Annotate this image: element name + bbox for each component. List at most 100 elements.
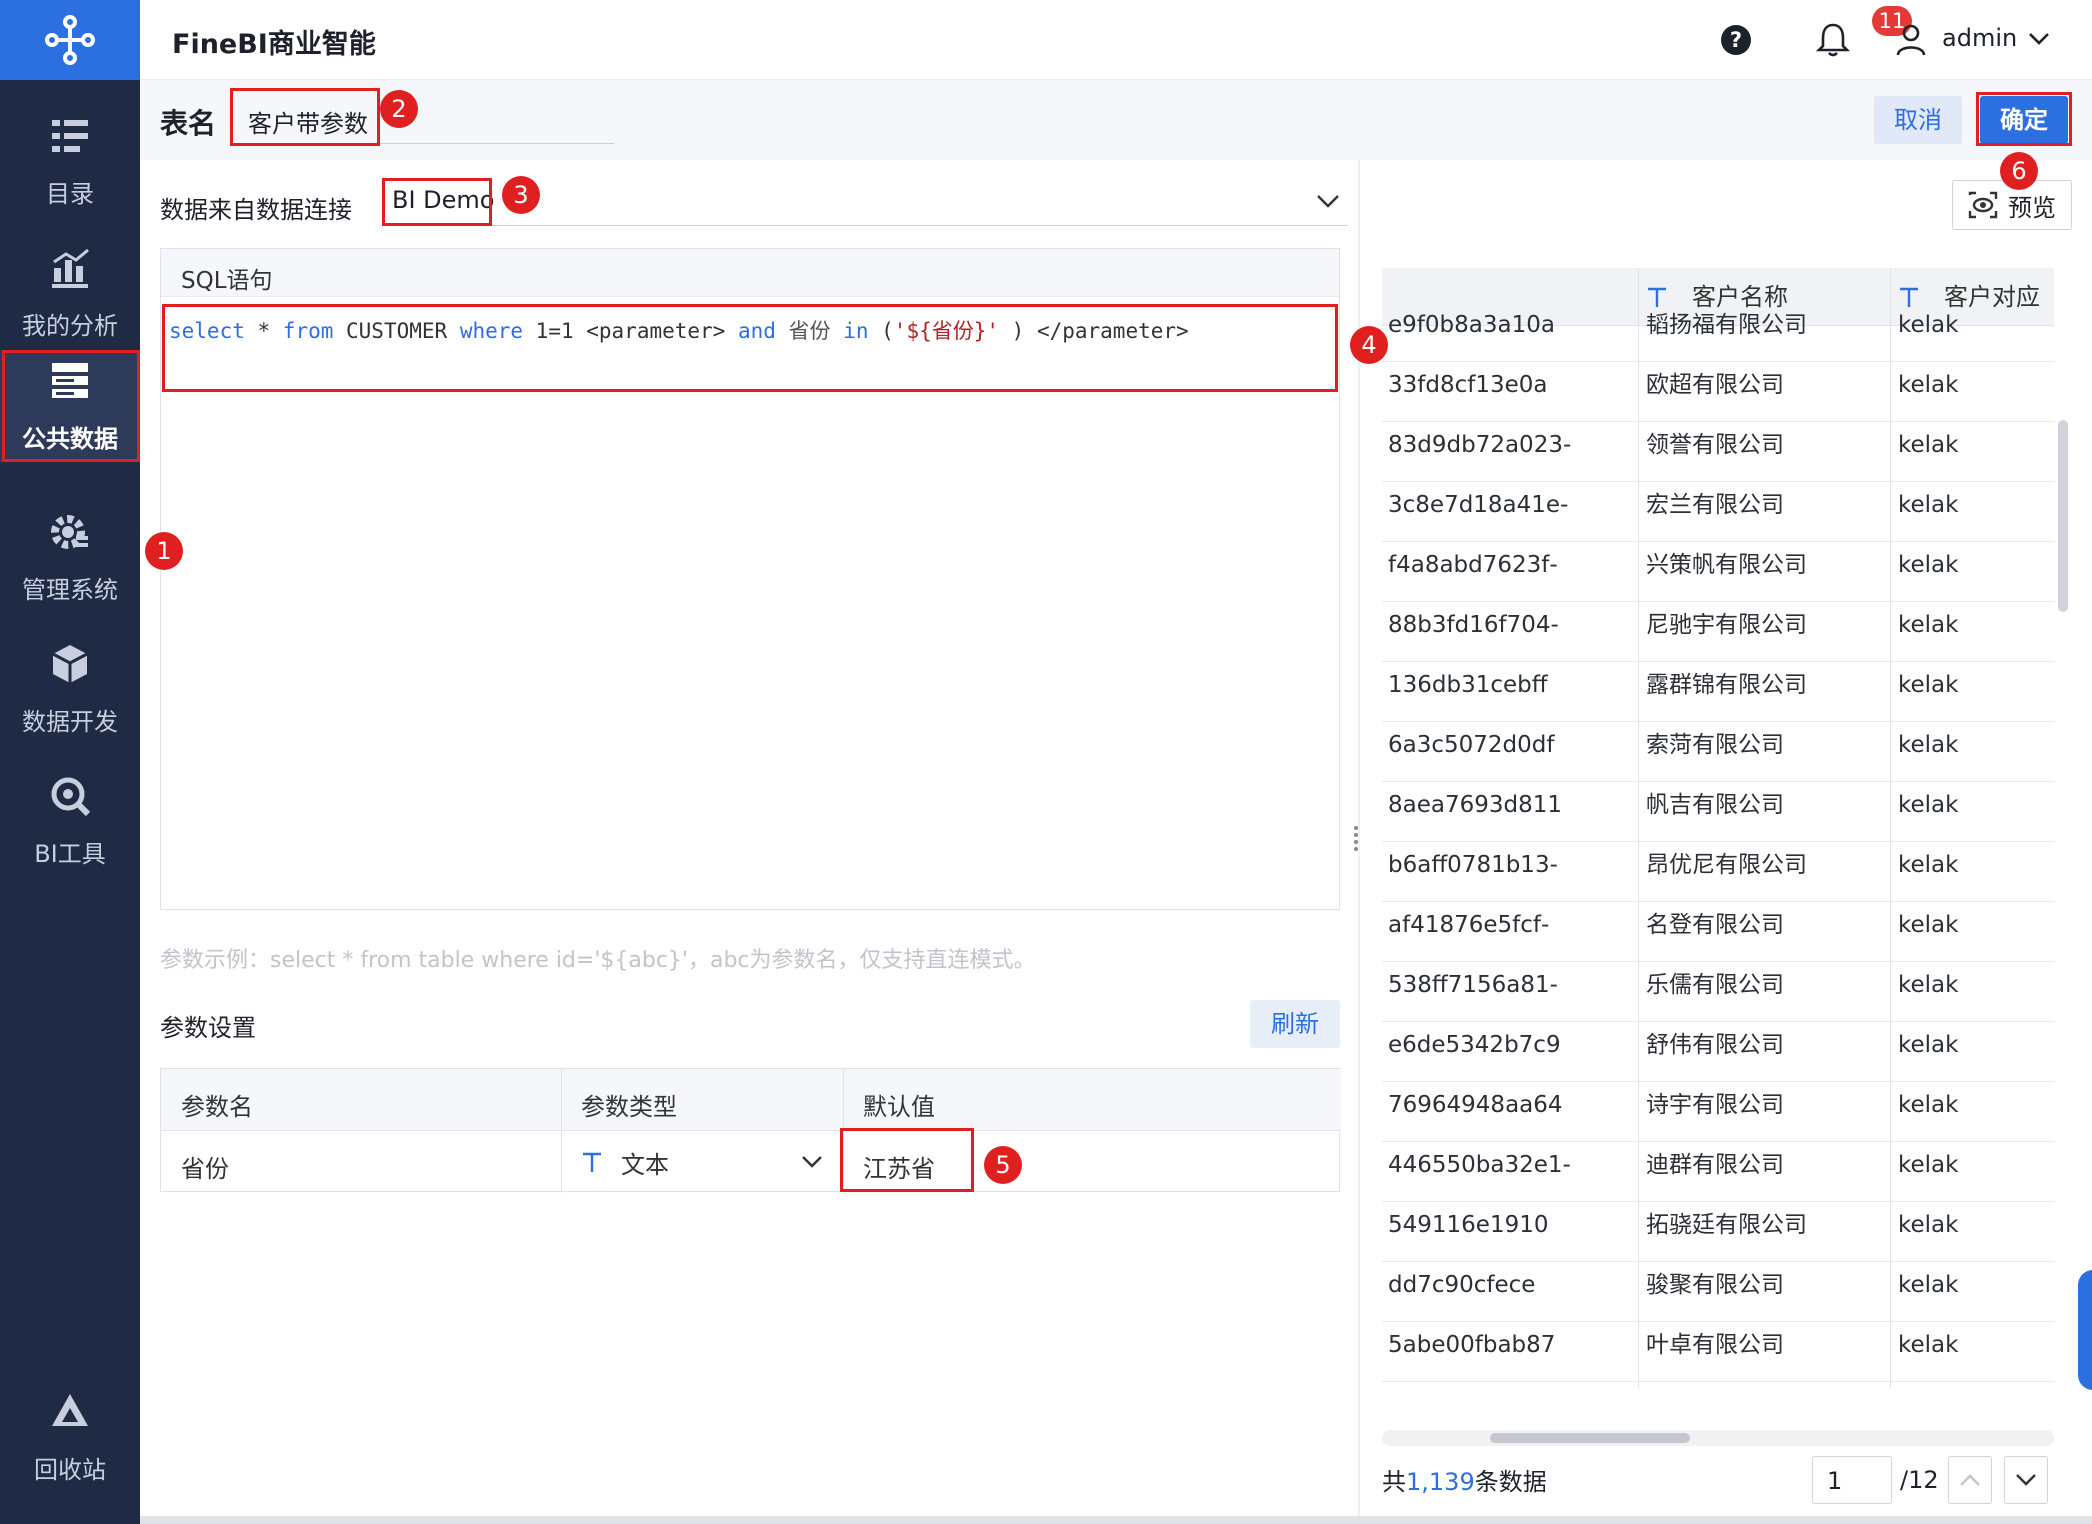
help-icon[interactable]: ? bbox=[1720, 24, 1752, 56]
param-type-value: 文本 bbox=[621, 1150, 669, 1179]
side-toggle-button[interactable] bbox=[2078, 1270, 2092, 1390]
sql-token: '${省份}' bbox=[893, 319, 1000, 343]
table-row: e9f0b8a3a10a 韬扬福有限公司 kelak bbox=[1382, 302, 2054, 362]
text-type-icon bbox=[583, 1152, 601, 1172]
table-cell: kelak bbox=[1898, 972, 1959, 998]
table-cell: kelak bbox=[1898, 432, 1959, 458]
sidebar-item-public-data[interactable]: 公共数据 bbox=[0, 350, 140, 462]
chevron-down-icon[interactable] bbox=[1316, 194, 1340, 208]
sql-token: 省份 bbox=[775, 319, 844, 343]
table-cell: kelak bbox=[1898, 612, 1959, 638]
sql-token: 1=1 <parameter> bbox=[523, 319, 738, 343]
chevron-down-icon[interactable] bbox=[2028, 32, 2050, 46]
chevron-up-icon bbox=[1960, 1474, 1980, 1486]
cancel-button[interactable]: 取消 bbox=[1874, 96, 1962, 144]
sidebar-item-catalog[interactable]: 目录 bbox=[0, 86, 140, 236]
sql-token: where bbox=[459, 319, 524, 343]
table-cell: kelak bbox=[1898, 732, 1959, 758]
annotation-number: 1 bbox=[145, 532, 183, 570]
table-cell: kelak bbox=[1898, 1272, 1959, 1298]
table-cell: 5abe00fbab87 bbox=[1388, 1332, 1556, 1358]
table-row: -af41876e5fcf 名登有限公司 kelak bbox=[1382, 902, 2054, 962]
sql-token: CUSTOMER bbox=[333, 319, 460, 343]
table-cell: 33fd8cf13e0a bbox=[1388, 372, 1548, 398]
table-cell: 领誉有限公司 bbox=[1646, 432, 1784, 458]
table-cell: -b6aff0781b13 bbox=[1388, 852, 1558, 878]
sidebar-item-recycle-bin[interactable]: 回收站 bbox=[0, 1362, 140, 1512]
table-cell: 136db31cebff bbox=[1388, 672, 1548, 698]
table-cell: kelak bbox=[1898, 852, 1959, 878]
table-row: 92bcbb5780ec 亚凤儒有限公司 kelak bbox=[1382, 1382, 2054, 1388]
sidebar-item-my-analysis[interactable]: 我的分析 bbox=[0, 218, 140, 368]
table-cell: 露群锦有限公司 bbox=[1646, 672, 1807, 698]
confirm-button[interactable]: 确定 bbox=[1980, 96, 2068, 144]
table-name-input[interactable]: 客户带参数 bbox=[234, 88, 614, 144]
table-cell: -f4a8abd7623f bbox=[1388, 552, 1558, 578]
table-cell: 兴策帆有限公司 bbox=[1646, 552, 1807, 578]
chevron-down-icon[interactable] bbox=[801, 1155, 823, 1169]
chevron-down-icon bbox=[2016, 1474, 2036, 1486]
table-row: 6a3c5072d0df 索菏有限公司 kelak bbox=[1382, 722, 2054, 782]
param-default-input[interactable]: 江苏省 bbox=[843, 1131, 1341, 1193]
table-row: 5abe00fbab87 叶卓有限公司 kelak bbox=[1382, 1322, 2054, 1382]
top-header: FineBI商业智能 ? 11 admin bbox=[140, 0, 2092, 80]
table-row: 76964948aa64 诗宇有限公司 kelak bbox=[1382, 1082, 2054, 1142]
annotation-number: 3 bbox=[502, 176, 540, 214]
table-name-label: 表名 bbox=[160, 107, 217, 140]
grid-divider bbox=[1638, 268, 1639, 1388]
next-page-button[interactable] bbox=[2004, 1456, 2048, 1504]
param-type-select[interactable]: 文本 bbox=[561, 1131, 843, 1193]
logo[interactable] bbox=[0, 0, 140, 80]
table-cell: 76964948aa64 bbox=[1388, 1092, 1563, 1118]
param-col-default: 默认值 bbox=[843, 1069, 1341, 1131]
sidebar-item-bi-tools[interactable]: BI工具 bbox=[0, 746, 140, 896]
catalog-icon bbox=[52, 119, 88, 152]
sidebar-item-system-management[interactable]: 管理系统 bbox=[0, 482, 140, 632]
count-suffix: 条数据 bbox=[1474, 1468, 1547, 1496]
table-cell: kelak bbox=[1898, 492, 1959, 518]
sidebar-item-data-development[interactable]: 数据开发 bbox=[0, 614, 140, 764]
tools-icon bbox=[51, 777, 91, 816]
sql-editor[interactable]: SQL语句 select * from CUSTOMER where 1=1 <… bbox=[160, 248, 1340, 910]
sql-header: SQL语句 bbox=[161, 249, 1339, 297]
table-row: -538ff7156a81 乐儒有限公司 kelak bbox=[1382, 962, 2054, 1022]
table-cell: 叶卓有限公司 bbox=[1646, 1332, 1784, 1358]
recycle-icon bbox=[52, 1393, 88, 1426]
table-row: -88b3fd16f704 尼驰宇有限公司 kelak bbox=[1382, 602, 2054, 662]
table-cell: 宏兰有限公司 bbox=[1646, 492, 1784, 518]
table-cell: kelak bbox=[1898, 792, 1959, 818]
table-cell: -af41876e5fcf bbox=[1388, 912, 1550, 938]
column-divider bbox=[561, 1069, 562, 1193]
table-row: -f4a8abd7623f 兴策帆有限公司 kelak bbox=[1382, 542, 2054, 602]
sidebar-item-label: 公共数据 bbox=[22, 424, 118, 453]
sql-token: from bbox=[282, 319, 334, 343]
count-value: 1,139 bbox=[1406, 1468, 1475, 1496]
preview-panel: 预览 客户名称 客户对应 e9f0b8a3a10a 韬扬福有限公司 kelak 33f… bbox=[1360, 160, 2092, 1524]
horizontal-scrollbar[interactable] bbox=[1382, 1430, 2054, 1446]
sidebar-item-label: 管理系统 bbox=[22, 575, 118, 604]
prev-page-button[interactable] bbox=[1948, 1456, 1992, 1504]
annotation-number: 4 bbox=[1350, 326, 1388, 364]
table-row: -3c8e7d18a41e 宏兰有限公司 kelak bbox=[1382, 482, 2054, 542]
sql-token: ( bbox=[868, 319, 894, 343]
sql-token: select bbox=[169, 319, 245, 343]
sql-code[interactable]: select * from CUSTOMER where 1=1 <parame… bbox=[161, 297, 1339, 363]
table-cell: 8aea7693d811 bbox=[1388, 792, 1563, 818]
user-icon[interactable] bbox=[1896, 24, 1926, 56]
bell-icon[interactable] bbox=[1816, 22, 1850, 58]
table-row: 136db31cebff 露群锦有限公司 kelak bbox=[1382, 662, 2054, 722]
refresh-button[interactable]: 刷新 bbox=[1250, 1000, 1340, 1048]
table-cell: 92bcbb5780ec bbox=[1388, 1382, 1636, 1388]
bottom-border bbox=[140, 1516, 2092, 1524]
page-number-input[interactable]: 1 bbox=[1812, 1456, 1892, 1504]
connection-label: 数据来自数据连接 bbox=[160, 196, 352, 224]
connection-value: BI Demo bbox=[392, 186, 495, 214]
table-cell: kelak bbox=[1898, 672, 1959, 698]
vertical-scrollbar[interactable] bbox=[2058, 420, 2068, 612]
sql-token: and bbox=[737, 319, 776, 343]
username[interactable]: admin bbox=[1942, 24, 2017, 52]
table-cell: -3c8e7d18a41e bbox=[1388, 492, 1569, 518]
gear-icon bbox=[51, 514, 88, 549]
param-col-type: 参数类型 bbox=[561, 1069, 843, 1131]
scroll-thumb[interactable] bbox=[1490, 1433, 1690, 1443]
